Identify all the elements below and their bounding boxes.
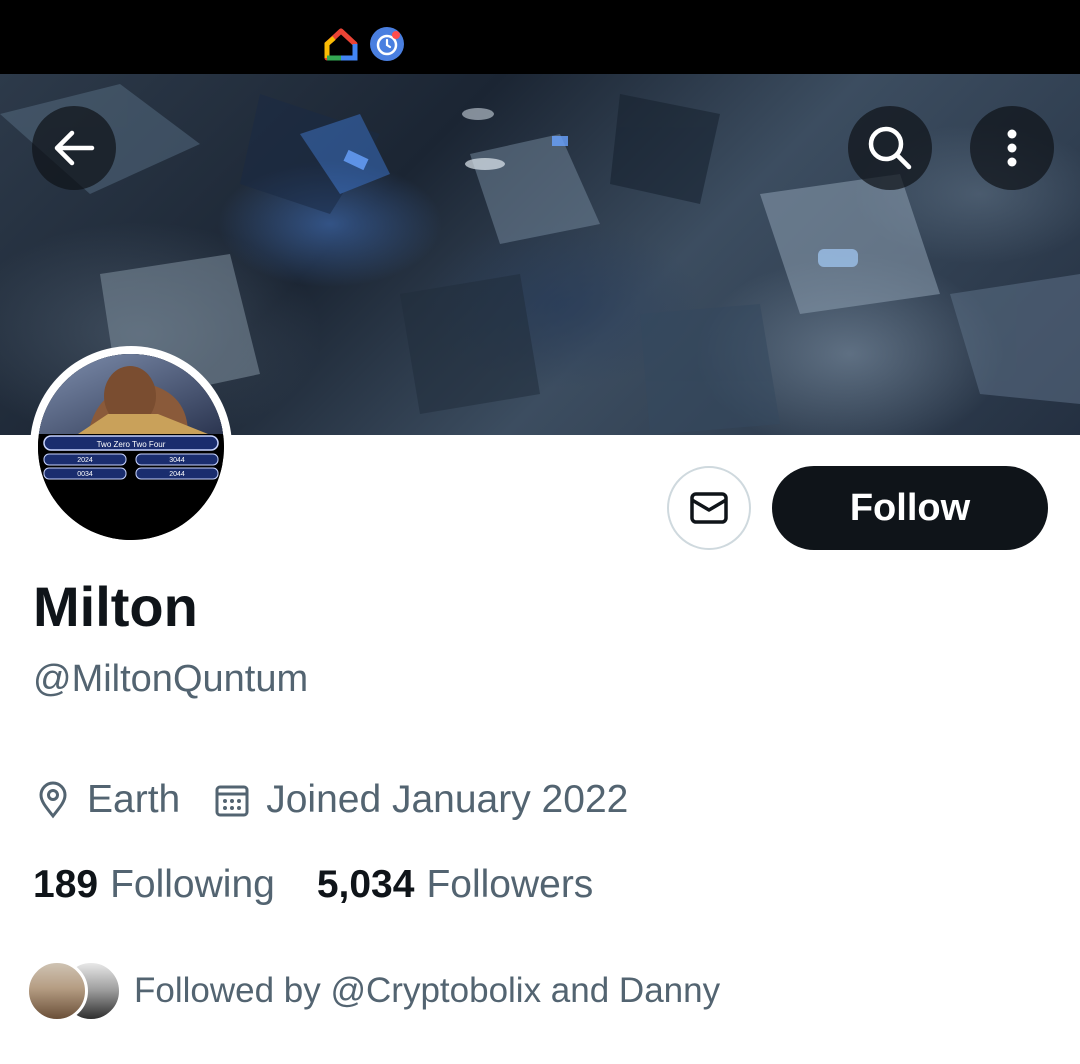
joined-date-text: Joined January 2022 (266, 778, 629, 821)
avatar-answer-a: 2024 (77, 457, 93, 464)
following-count: 189 (33, 863, 99, 906)
location-text: Earth (87, 778, 181, 821)
avatar-answer-d: 2044 (169, 471, 185, 478)
alarm-app-icon (370, 27, 404, 61)
status-bar (0, 0, 1080, 74)
calendar-icon (215, 785, 249, 817)
following-link[interactable]: 189 Following (33, 863, 275, 907)
mutual-avatars (26, 958, 124, 1024)
arrow-left-icon (54, 130, 95, 166)
search-button[interactable] (848, 106, 932, 190)
avatar-answer-b: 3044 (169, 457, 185, 464)
avatar-caption: Two Zero Two Four (97, 440, 166, 449)
avatar-image: Two Zero Two Four 2024 3044 0034 2044 (38, 354, 224, 540)
follow-button[interactable]: Follow (772, 466, 1048, 550)
followers-count: 5,034 (316, 863, 415, 906)
profile-meta: Earth Joined January 2022 (33, 774, 628, 826)
search-icon (868, 126, 912, 170)
more-vertical-icon (1007, 129, 1017, 167)
followers-label: Followers (426, 863, 594, 906)
message-button[interactable] (667, 466, 751, 550)
profile-avatar[interactable]: Two Zero Two Four 2024 3044 0034 2044 (30, 346, 232, 548)
followers-link[interactable]: 5,034 Followers (317, 863, 593, 907)
following-label: Following (110, 863, 275, 906)
followed-by-text: Followed by @Cryptobolix and Danny (134, 971, 721, 1010)
more-options-button[interactable] (970, 106, 1054, 190)
mail-icon (690, 492, 728, 524)
back-button[interactable] (32, 106, 116, 190)
google-home-icon (324, 28, 358, 61)
username-handle: @MiltonQuntum (33, 658, 309, 700)
avatar (26, 960, 88, 1022)
display-name: Milton (33, 575, 198, 638)
avatar-answer-c: 0034 (77, 471, 93, 478)
location-pin-icon (39, 781, 67, 819)
follow-stats: 189 Following 5,034 Followers (33, 860, 593, 910)
followed-by-row[interactable]: Followed by @Cryptobolix and Danny (26, 958, 720, 1024)
